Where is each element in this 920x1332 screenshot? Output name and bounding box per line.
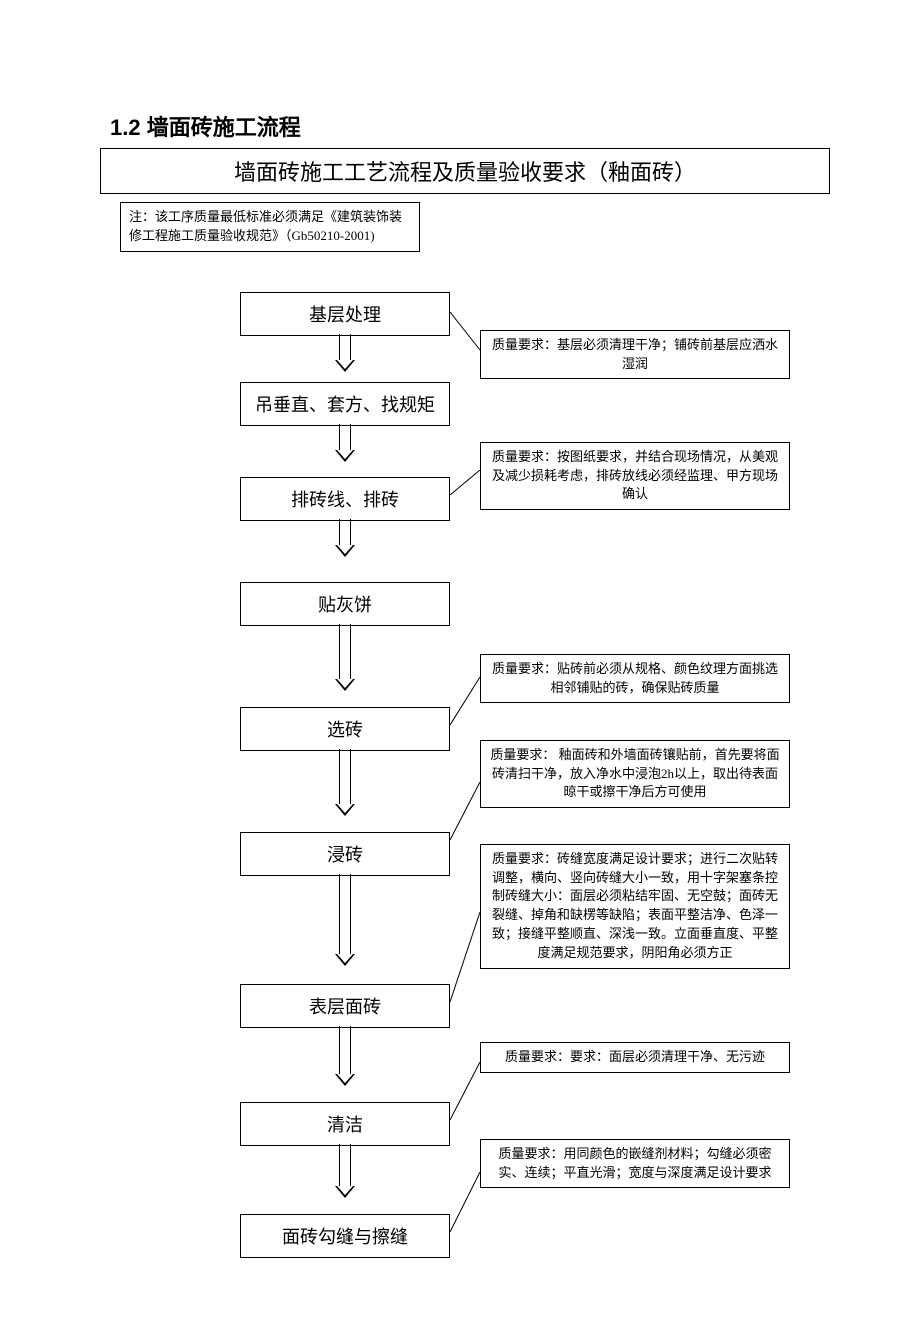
arrow-icon bbox=[335, 749, 355, 816]
step-grouting: 面砖勾缝与擦缝 bbox=[240, 1214, 450, 1258]
step-clean: 清洁 bbox=[240, 1102, 450, 1146]
section-heading: 1.2 墙面砖施工流程 bbox=[110, 110, 830, 142]
step-plumb-square: 吊垂直、套方、找规矩 bbox=[240, 382, 450, 426]
req-soak-tiles: 质量要求： 釉面砖和外墙面砖镶贴前，首先要将面砖清扫干净，放入净水中浸泡2h以上… bbox=[480, 740, 790, 809]
req-base-treatment: 质量要求：基层必须清理干净；铺砖前基层应洒水湿润 bbox=[480, 330, 790, 380]
note-box: 注：该工序质量最低标准必须满足《建筑装饰装修工程施工质量验收规范》（Gb5021… bbox=[120, 202, 420, 252]
step-select-tiles: 选砖 bbox=[240, 707, 450, 751]
arrow-icon bbox=[335, 334, 355, 372]
req-surface-tiling: 质量要求：砖缝宽度满足设计要求；进行二次贴转调整，横向、竖向砖缝大小一致，用十字… bbox=[480, 844, 790, 969]
step-mortar-dots: 贴灰饼 bbox=[240, 582, 450, 626]
step-base-treatment: 基层处理 bbox=[240, 292, 450, 336]
arrow-icon bbox=[335, 624, 355, 691]
step-surface-tiling: 表层面砖 bbox=[240, 984, 450, 1028]
req-select-tiles: 质量要求：贴砖前必须从规格、颜色纹理方面挑选相邻铺贴的砖，确保贴砖质量 bbox=[480, 654, 790, 704]
arrow-icon bbox=[335, 519, 355, 557]
req-grouting: 质量要求：用同颜色的嵌缝剂材料；勾缝必须密实、连续；平直光滑；宽度与深度满足设计… bbox=[480, 1139, 790, 1189]
step-layout-tiles: 排砖线、排砖 bbox=[240, 477, 450, 521]
step-soak-tiles: 浸砖 bbox=[240, 832, 450, 876]
req-clean: 质量要求：要求：面层必须清理干净、无污迹 bbox=[480, 1042, 790, 1073]
req-layout-tiles: 质量要求：按图纸要求，并结合现场情况，从美观及减少损耗考虑，排砖放线必须经监理、… bbox=[480, 442, 790, 511]
arrow-icon bbox=[335, 874, 355, 966]
flowchart: 基层处理 吊垂直、套方、找规矩 排砖线、排砖 贴灰饼 选砖 浸砖 表层面砖 清洁… bbox=[100, 292, 830, 1272]
title-box: 墙面砖施工工艺流程及质量验收要求（釉面砖） bbox=[100, 148, 830, 194]
arrow-icon bbox=[335, 424, 355, 462]
arrow-icon bbox=[335, 1026, 355, 1086]
arrow-icon bbox=[335, 1144, 355, 1198]
